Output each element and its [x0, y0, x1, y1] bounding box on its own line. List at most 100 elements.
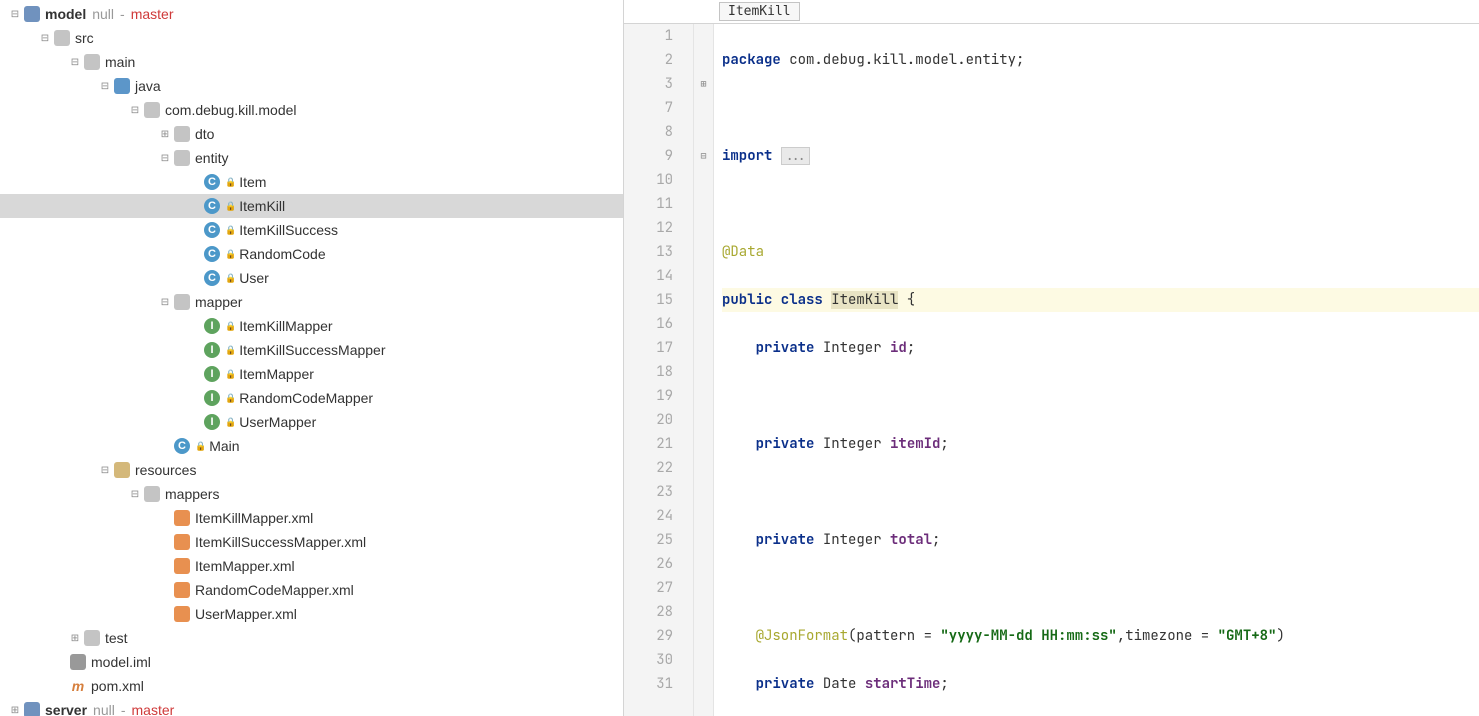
toggle-icon[interactable]	[38, 31, 52, 45]
tree-node-class-item[interactable]: 🔒 Item	[0, 170, 623, 194]
tree-node-if-usermapper[interactable]: 🔒 UserMapper	[0, 410, 623, 434]
lock-icon: 🔒	[225, 321, 236, 332]
line-number[interactable]: 19	[624, 384, 673, 408]
line-number[interactable]: 9	[624, 144, 673, 168]
line-number[interactable]: 24	[624, 504, 673, 528]
tree-node-class-user[interactable]: 🔒 User	[0, 266, 623, 290]
line-number[interactable]: 3	[624, 72, 673, 96]
folder-icon	[54, 30, 70, 46]
fold-icon[interactable]: ⊞	[694, 72, 713, 96]
fold-icon[interactable]: ⊟	[694, 144, 713, 168]
tree-node-xml[interactable]: RandomCodeMapper.xml	[0, 578, 623, 602]
line-number[interactable]: 31	[624, 672, 673, 696]
tree-node-xml[interactable]: ItemMapper.xml	[0, 554, 623, 578]
tree-node-if-randomcodemapper[interactable]: 🔒 RandomCodeMapper	[0, 386, 623, 410]
tree-node-if-itemmapper[interactable]: 🔒 ItemMapper	[0, 362, 623, 386]
line-number[interactable]: 18	[624, 360, 673, 384]
project-tree[interactable]: model null - master src main java com.de…	[0, 0, 624, 716]
code-editor[interactable]: 1237891011121314151617181920212223242526…	[624, 24, 1479, 716]
line-number[interactable]: 15	[624, 288, 673, 312]
tree-node-java[interactable]: java	[0, 74, 623, 98]
line-number[interactable]: 1	[624, 24, 673, 48]
line-number[interactable]: 25	[624, 528, 673, 552]
toggle-icon[interactable]	[98, 463, 112, 477]
code-token: id	[890, 339, 907, 357]
code-token: ;	[940, 675, 948, 693]
code-token: Integer	[823, 531, 890, 549]
node-label: ItemKillMapper.xml	[195, 510, 313, 526]
toggle-icon[interactable]	[128, 103, 142, 117]
toggle-icon[interactable]	[68, 631, 82, 645]
line-number[interactable]: 10	[624, 168, 673, 192]
tree-node-class-itemkillsuccess[interactable]: 🔒 ItemKillSuccess	[0, 218, 623, 242]
line-number[interactable]: 26	[624, 552, 673, 576]
fold-placeholder[interactable]: ...	[781, 147, 811, 165]
lock-icon: 🔒	[225, 177, 236, 188]
tree-node-if-itemkillmapper[interactable]: 🔒 ItemKillMapper	[0, 314, 623, 338]
code-token: ,timezone =	[1117, 627, 1218, 645]
tree-node-xml[interactable]: ItemKillSuccessMapper.xml	[0, 530, 623, 554]
line-number[interactable]: 28	[624, 600, 673, 624]
tree-node-server[interactable]: server null - master	[0, 698, 623, 716]
tree-node-xml[interactable]: ItemKillMapper.xml	[0, 506, 623, 530]
toggle-icon[interactable]	[158, 295, 172, 309]
tree-node-model[interactable]: model null - master	[0, 2, 623, 26]
toggle-icon[interactable]	[98, 79, 112, 93]
tree-node-class-itemkill[interactable]: 🔒 ItemKill	[0, 194, 623, 218]
tree-node-main[interactable]: main	[0, 50, 623, 74]
tree-node-entity[interactable]: entity	[0, 146, 623, 170]
tree-node-src[interactable]: src	[0, 26, 623, 50]
code-token: @Data	[722, 243, 764, 261]
line-number[interactable]: 23	[624, 480, 673, 504]
folder-icon	[144, 486, 160, 502]
line-number[interactable]: 7	[624, 96, 673, 120]
lock-icon: 🔒	[225, 393, 236, 404]
line-number[interactable]: 29	[624, 624, 673, 648]
tree-node-if-itemkillsuccessmapper[interactable]: 🔒 ItemKillSuccessMapper	[0, 338, 623, 362]
line-number[interactable]: 2	[624, 48, 673, 72]
line-number[interactable]: 30	[624, 648, 673, 672]
toggle-icon[interactable]	[8, 703, 22, 716]
code-area[interactable]: package com.debug.kill.model.entity; imp…	[714, 24, 1479, 716]
line-number[interactable]: 22	[624, 456, 673, 480]
node-label: RandomCodeMapper	[239, 390, 373, 406]
tree-node-xml[interactable]: UserMapper.xml	[0, 602, 623, 626]
package-icon	[144, 102, 160, 118]
line-number[interactable]: 8	[624, 120, 673, 144]
node-label: java	[135, 78, 161, 94]
line-number[interactable]: 13	[624, 240, 673, 264]
toggle-icon[interactable]	[68, 55, 82, 69]
toggle-icon[interactable]	[158, 127, 172, 141]
interface-icon	[204, 390, 220, 406]
node-label: RandomCodeMapper.xml	[195, 582, 354, 598]
code-token: ;	[932, 531, 940, 549]
tree-node-dto[interactable]: dto	[0, 122, 623, 146]
tree-node-mappers-folder[interactable]: mappers	[0, 482, 623, 506]
line-number[interactable]: 14	[624, 264, 673, 288]
line-number[interactable]: 11	[624, 192, 673, 216]
line-number[interactable]: 20	[624, 408, 673, 432]
toggle-icon[interactable]	[158, 151, 172, 165]
tree-node-resources[interactable]: resources	[0, 458, 623, 482]
tree-node-test[interactable]: test	[0, 626, 623, 650]
line-number[interactable]: 21	[624, 432, 673, 456]
line-number[interactable]: 12	[624, 216, 673, 240]
line-number[interactable]: 27	[624, 576, 673, 600]
line-number[interactable]: 17	[624, 336, 673, 360]
lock-icon: 🔒	[225, 369, 236, 380]
line-gutter[interactable]: 1237891011121314151617181920212223242526…	[624, 24, 694, 716]
tree-node-pom[interactable]: pom.xml	[0, 674, 623, 698]
tree-node-mapper[interactable]: mapper	[0, 290, 623, 314]
tree-node-class-main[interactable]: 🔒 Main	[0, 434, 623, 458]
fold-gutter[interactable]: ⊞ ⊟	[694, 24, 714, 716]
tree-node-iml[interactable]: model.iml	[0, 650, 623, 674]
lock-icon: 🔒	[225, 345, 236, 356]
line-number[interactable]: 16	[624, 312, 673, 336]
tree-node-package[interactable]: com.debug.kill.model	[0, 98, 623, 122]
iml-icon	[70, 654, 86, 670]
breadcrumb-item[interactable]: ItemKill	[719, 2, 800, 21]
toggle-icon[interactable]	[128, 487, 142, 501]
toggle-icon[interactable]	[8, 7, 22, 21]
node-label: RandomCode	[239, 246, 325, 262]
tree-node-class-randomcode[interactable]: 🔒 RandomCode	[0, 242, 623, 266]
